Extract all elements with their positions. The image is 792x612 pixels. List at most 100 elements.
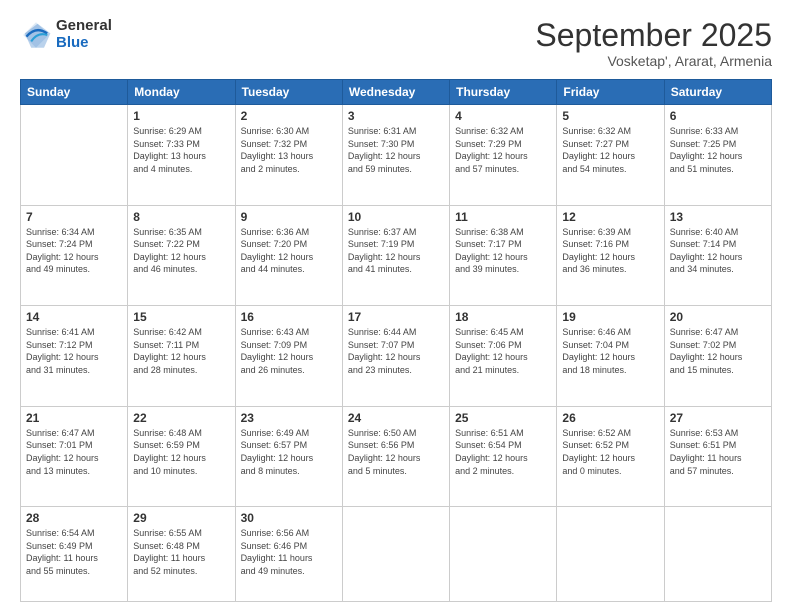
- day-info: Sunrise: 6:34 AM Sunset: 7:24 PM Dayligh…: [26, 226, 122, 276]
- logo-icon: [20, 19, 52, 51]
- calendar-cell: [664, 507, 771, 602]
- calendar-header-row: SundayMondayTuesdayWednesdayThursdayFrid…: [21, 80, 772, 105]
- day-number: 20: [670, 310, 766, 324]
- day-number: 11: [455, 210, 551, 224]
- calendar-week-row: 7 Sunrise: 6:34 AM Sunset: 7:24 PM Daylig…: [21, 205, 772, 306]
- calendar-week-row: 28Sunrise: 6:54 AM Sunset: 6:49 PM Dayli…: [21, 507, 772, 602]
- weekday-header: Friday: [557, 80, 664, 105]
- day-number: 15: [133, 310, 229, 324]
- day-info: Sunrise: 6:56 AM Sunset: 6:46 PM Dayligh…: [241, 527, 337, 577]
- calendar-week-row: 1 Sunrise: 6:29 AM Sunset: 7:33 PM Daylig…: [21, 105, 772, 206]
- calendar-cell: 8Sunrise: 6:35 AM Sunset: 7:22 PM Daylig…: [128, 205, 235, 306]
- day-number: 16: [241, 310, 337, 324]
- weekday-header: Wednesday: [342, 80, 449, 105]
- day-number: 2: [241, 109, 337, 123]
- day-number: 14: [26, 310, 122, 324]
- day-info: Sunrise: 6:47 AM Sunset: 7:02 PM Dayligh…: [670, 326, 766, 376]
- day-number: 6: [670, 109, 766, 123]
- day-number: 28: [26, 511, 122, 525]
- day-info: Sunrise: 6:47 AM Sunset: 7:01 PM Dayligh…: [26, 427, 122, 477]
- calendar-cell: 26 Sunrise: 6:52 AM Sunset: 6:52 PM Dayli…: [557, 406, 664, 507]
- calendar-cell: 10Sunrise: 6:37 AM Sunset: 7:19 PM Dayli…: [342, 205, 449, 306]
- calendar-cell: 4 Sunrise: 6:32 AM Sunset: 7:29 PM Daylig…: [450, 105, 557, 206]
- calendar-cell: [21, 105, 128, 206]
- day-number: 30: [241, 511, 337, 525]
- day-number: 17: [348, 310, 444, 324]
- location-subtitle: Vosketap', Ararat, Armenia: [535, 53, 772, 69]
- calendar-cell: 6 Sunrise: 6:33 AM Sunset: 7:25 PM Daylig…: [664, 105, 771, 206]
- day-info: Sunrise: 6:37 AM Sunset: 7:19 PM Dayligh…: [348, 226, 444, 276]
- day-info: Sunrise: 6:29 AM Sunset: 7:33 PM Dayligh…: [133, 125, 229, 175]
- day-info: Sunrise: 6:48 AM Sunset: 6:59 PM Dayligh…: [133, 427, 229, 477]
- calendar-cell: 25Sunrise: 6:51 AM Sunset: 6:54 PM Dayli…: [450, 406, 557, 507]
- calendar-cell: 23Sunrise: 6:49 AM Sunset: 6:57 PM Dayli…: [235, 406, 342, 507]
- calendar-cell: 18Sunrise: 6:45 AM Sunset: 7:06 PM Dayli…: [450, 306, 557, 407]
- calendar-cell: 14 Sunrise: 6:41 AM Sunset: 7:12 PM Dayli…: [21, 306, 128, 407]
- day-number: 3: [348, 109, 444, 123]
- weekday-header: Tuesday: [235, 80, 342, 105]
- calendar-cell: 17Sunrise: 6:44 AM Sunset: 7:07 PM Dayli…: [342, 306, 449, 407]
- day-info: Sunrise: 6:42 AM Sunset: 7:11 PM Dayligh…: [133, 326, 229, 376]
- calendar-cell: 7 Sunrise: 6:34 AM Sunset: 7:24 PM Daylig…: [21, 205, 128, 306]
- calendar-cell: 19 Sunrise: 6:46 AM Sunset: 7:04 PM Dayli…: [557, 306, 664, 407]
- calendar-cell: 27Sunrise: 6:53 AM Sunset: 6:51 PM Dayli…: [664, 406, 771, 507]
- day-info: Sunrise: 6:49 AM Sunset: 6:57 PM Dayligh…: [241, 427, 337, 477]
- calendar-cell: 30 Sunrise: 6:56 AM Sunset: 6:46 PM Dayli…: [235, 507, 342, 602]
- day-info: Sunrise: 6:41 AM Sunset: 7:12 PM Dayligh…: [26, 326, 122, 376]
- day-number: 22: [133, 411, 229, 425]
- day-info: Sunrise: 6:40 AM Sunset: 7:14 PM Dayligh…: [670, 226, 766, 276]
- calendar-body: 1 Sunrise: 6:29 AM Sunset: 7:33 PM Daylig…: [21, 105, 772, 602]
- logo-blue: Blue: [56, 35, 112, 52]
- header: General Blue September 2025 Vosketap', A…: [20, 18, 772, 69]
- day-number: 7: [26, 210, 122, 224]
- calendar-cell: 29 Sunrise: 6:55 AM Sunset: 6:48 PM Dayli…: [128, 507, 235, 602]
- calendar-week-row: 14 Sunrise: 6:41 AM Sunset: 7:12 PM Dayli…: [21, 306, 772, 407]
- day-info: Sunrise: 6:32 AM Sunset: 7:29 PM Dayligh…: [455, 125, 551, 175]
- day-info: Sunrise: 6:35 AM Sunset: 7:22 PM Dayligh…: [133, 226, 229, 276]
- day-info: Sunrise: 6:45 AM Sunset: 7:06 PM Dayligh…: [455, 326, 551, 376]
- calendar-cell: 2Sunrise: 6:30 AM Sunset: 7:32 PM Daylig…: [235, 105, 342, 206]
- weekday-header: Sunday: [21, 80, 128, 105]
- day-info: Sunrise: 6:33 AM Sunset: 7:25 PM Dayligh…: [670, 125, 766, 175]
- day-number: 19: [562, 310, 658, 324]
- calendar-cell: 21 Sunrise: 6:47 AM Sunset: 7:01 PM Dayli…: [21, 406, 128, 507]
- day-number: 9: [241, 210, 337, 224]
- calendar-cell: 16 Sunrise: 6:43 AM Sunset: 7:09 PM Dayli…: [235, 306, 342, 407]
- calendar-cell: 3Sunrise: 6:31 AM Sunset: 7:30 PM Daylig…: [342, 105, 449, 206]
- logo-general: General: [56, 18, 112, 35]
- day-info: Sunrise: 6:55 AM Sunset: 6:48 PM Dayligh…: [133, 527, 229, 577]
- calendar-table: SundayMondayTuesdayWednesdayThursdayFrid…: [20, 79, 772, 602]
- day-number: 29: [133, 511, 229, 525]
- page: General Blue September 2025 Vosketap', A…: [0, 0, 792, 612]
- day-info: Sunrise: 6:46 AM Sunset: 7:04 PM Dayligh…: [562, 326, 658, 376]
- day-info: Sunrise: 6:53 AM Sunset: 6:51 PM Dayligh…: [670, 427, 766, 477]
- day-info: Sunrise: 6:38 AM Sunset: 7:17 PM Dayligh…: [455, 226, 551, 276]
- day-number: 24: [348, 411, 444, 425]
- day-info: Sunrise: 6:32 AM Sunset: 7:27 PM Dayligh…: [562, 125, 658, 175]
- day-info: Sunrise: 6:50 AM Sunset: 6:56 PM Dayligh…: [348, 427, 444, 477]
- day-info: Sunrise: 6:39 AM Sunset: 7:16 PM Dayligh…: [562, 226, 658, 276]
- day-info: Sunrise: 6:51 AM Sunset: 6:54 PM Dayligh…: [455, 427, 551, 477]
- day-info: Sunrise: 6:43 AM Sunset: 7:09 PM Dayligh…: [241, 326, 337, 376]
- day-number: 1: [133, 109, 229, 123]
- title-block: September 2025 Vosketap', Ararat, Armeni…: [535, 18, 772, 69]
- calendar-cell: [557, 507, 664, 602]
- calendar-cell: 12 Sunrise: 6:39 AM Sunset: 7:16 PM Dayli…: [557, 205, 664, 306]
- calendar-week-row: 21 Sunrise: 6:47 AM Sunset: 7:01 PM Dayli…: [21, 406, 772, 507]
- day-number: 26: [562, 411, 658, 425]
- day-number: 4: [455, 109, 551, 123]
- month-title: September 2025: [535, 18, 772, 53]
- weekday-header: Saturday: [664, 80, 771, 105]
- calendar-cell: 15 Sunrise: 6:42 AM Sunset: 7:11 PM Dayli…: [128, 306, 235, 407]
- calendar-cell: 5Sunrise: 6:32 AM Sunset: 7:27 PM Daylig…: [557, 105, 664, 206]
- calendar-cell: 20 Sunrise: 6:47 AM Sunset: 7:02 PM Dayli…: [664, 306, 771, 407]
- calendar-cell: 11 Sunrise: 6:38 AM Sunset: 7:17 PM Dayli…: [450, 205, 557, 306]
- calendar-cell: 1 Sunrise: 6:29 AM Sunset: 7:33 PM Daylig…: [128, 105, 235, 206]
- day-info: Sunrise: 6:52 AM Sunset: 6:52 PM Dayligh…: [562, 427, 658, 477]
- day-number: 21: [26, 411, 122, 425]
- calendar-cell: 22 Sunrise: 6:48 AM Sunset: 6:59 PM Dayli…: [128, 406, 235, 507]
- calendar-cell: 28Sunrise: 6:54 AM Sunset: 6:49 PM Dayli…: [21, 507, 128, 602]
- day-number: 13: [670, 210, 766, 224]
- day-info: Sunrise: 6:36 AM Sunset: 7:20 PM Dayligh…: [241, 226, 337, 276]
- day-number: 12: [562, 210, 658, 224]
